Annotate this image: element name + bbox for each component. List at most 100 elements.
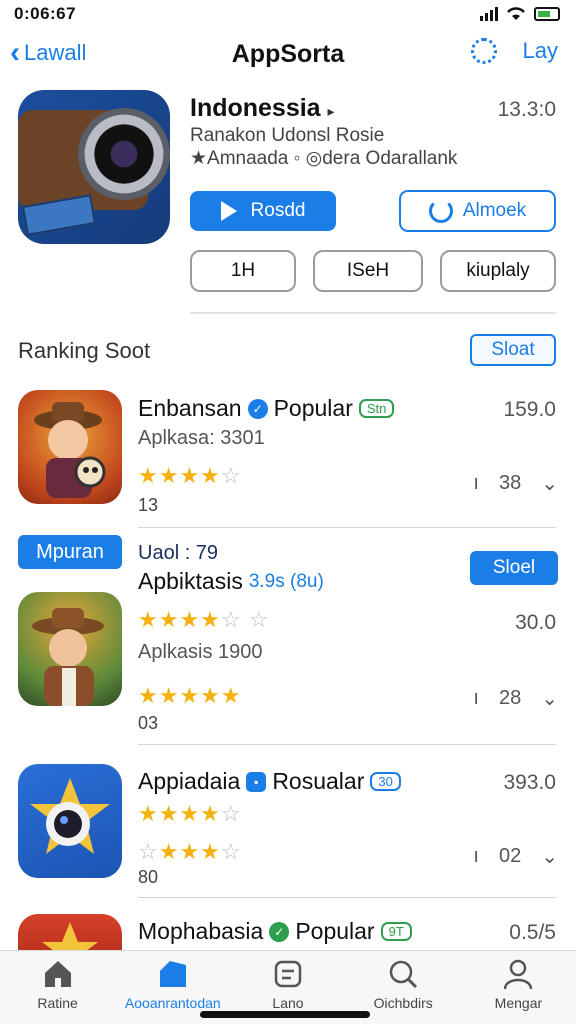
rating-stars-2b: ★★★★★ bbox=[138, 683, 242, 708]
play-icon bbox=[220, 201, 237, 221]
wifi-icon bbox=[507, 7, 525, 20]
cowboy-character-icon bbox=[34, 402, 106, 498]
nav-actions: Lay bbox=[470, 38, 558, 64]
app-meta-1[interactable]: ı 38 ⌄ bbox=[473, 471, 558, 496]
filter-chip-3[interactable]: kiuplaly bbox=[440, 250, 556, 292]
app-title-1[interactable]: Enbansan ✓ Popular Stn bbox=[138, 395, 395, 422]
app-title-4[interactable]: Mophabasia ✓ Popular 9T bbox=[138, 918, 412, 945]
row-divider bbox=[138, 744, 556, 745]
rating-stars-3: ★★★★☆ bbox=[138, 801, 242, 827]
battery-icon bbox=[534, 7, 560, 21]
tab-label: Ratine bbox=[37, 995, 78, 1011]
stars-filled: ★★★★ bbox=[138, 463, 221, 488]
app-rank-value-4: 0.5/5 bbox=[509, 921, 556, 944]
popular-label: Rosualar bbox=[272, 768, 365, 794]
app-count-1: 13 bbox=[138, 495, 159, 515]
app-meta-3[interactable]: ı 02 ⌄ bbox=[473, 844, 558, 869]
meta-mark: ı bbox=[473, 687, 479, 709]
featured-subtitle: Ranakon Udonsl Rosie bbox=[190, 125, 385, 146]
arrow-right-icon: ▸ bbox=[327, 103, 335, 119]
stars-filled: ★★★★ bbox=[138, 801, 221, 826]
settings-gear-icon[interactable] bbox=[470, 38, 497, 64]
app-rank-value-3: 393.0 bbox=[503, 771, 556, 794]
app-name: Enbansan bbox=[138, 395, 242, 421]
stars-empty: ☆ bbox=[138, 839, 159, 864]
tab-label: Aooanrantodan bbox=[124, 995, 221, 1011]
search-icon bbox=[389, 960, 418, 989]
popular-label: Popular bbox=[273, 395, 353, 421]
meta-number: 38 bbox=[498, 472, 522, 494]
tab-profile[interactable]: Mengar bbox=[461, 951, 576, 1024]
star-icon bbox=[42, 922, 98, 954]
refresh-button[interactable]: Almoek bbox=[399, 190, 556, 232]
home-icon bbox=[44, 961, 71, 987]
featured-meta: ★Amnaada ◦ ◎dera Odarallank bbox=[190, 148, 458, 169]
app-count-3: 80 bbox=[138, 867, 159, 887]
app-rank-value-2: 30.0 bbox=[515, 611, 556, 634]
app-subtitle-2: Aplkasis 1900 bbox=[138, 641, 263, 663]
row-divider bbox=[138, 527, 556, 528]
status-icons bbox=[480, 6, 560, 21]
verified-icon: ▪ bbox=[246, 771, 267, 792]
refresh-icon bbox=[428, 199, 453, 223]
app-icon-3[interactable] bbox=[18, 764, 122, 878]
featured-title-text: Indonessia bbox=[190, 94, 321, 122]
meta-number: 28 bbox=[498, 687, 522, 709]
app-title-3[interactable]: Appiadaia ▪ Rosualar 30 bbox=[138, 768, 401, 795]
meta-mark: ı bbox=[473, 472, 479, 494]
stars-empty: ☆ bbox=[220, 801, 242, 826]
sort-button[interactable]: Sloat bbox=[470, 334, 556, 366]
meta-number: 02 bbox=[498, 845, 522, 867]
app-icon-1[interactable] bbox=[18, 390, 122, 504]
app-icon-4[interactable] bbox=[18, 914, 122, 954]
featured-title[interactable]: Indonessia ▸ bbox=[190, 94, 335, 123]
camera-lens-icon bbox=[78, 108, 170, 200]
rating-stars-1: ★★★★☆ bbox=[138, 463, 242, 489]
play-button-label: Rosdd bbox=[250, 200, 306, 221]
tag-badge: 30 bbox=[370, 772, 401, 791]
app-meta-2[interactable]: ı 28 ⌄ bbox=[473, 686, 558, 711]
divider bbox=[190, 312, 556, 314]
app-name: Apbiktasis bbox=[138, 568, 243, 594]
filter-chip-1[interactable]: 1H bbox=[190, 250, 296, 292]
filter-chip-2[interactable]: ISeH bbox=[313, 250, 423, 292]
play-button[interactable]: Rosdd bbox=[190, 191, 336, 231]
verified-check-icon: ✓ bbox=[269, 921, 290, 942]
app-price: 3.9s (8u) bbox=[248, 570, 324, 592]
app-icon-2[interactable] bbox=[18, 592, 122, 706]
tag-badge: 9T bbox=[380, 922, 412, 941]
app-subtitle-1: Aplkasa: 3301 bbox=[138, 427, 265, 449]
refresh-button-label: Almoek bbox=[462, 200, 527, 221]
app-title-2[interactable]: Apbiktasis 3.9s (8u) bbox=[138, 568, 324, 595]
status-time: 0:06:67 bbox=[14, 4, 77, 23]
list-icon bbox=[274, 960, 302, 988]
tab-label: Mengar bbox=[494, 995, 543, 1011]
sort-badge-button[interactable]: Sloel bbox=[470, 551, 558, 585]
featured-app-icon[interactable] bbox=[18, 90, 170, 244]
app-name: Mophabasia bbox=[138, 918, 264, 944]
app-line-2: Uaol : 79 bbox=[138, 542, 219, 564]
stars-filled: ★★★ bbox=[158, 839, 221, 864]
stars-filled: ★★★★ bbox=[138, 607, 221, 632]
tab-home[interactable]: Ratine bbox=[0, 951, 115, 1024]
stars-empty: ☆ ☆ bbox=[220, 607, 270, 632]
person-icon bbox=[504, 959, 533, 990]
tag-badge: Stn bbox=[358, 399, 395, 418]
stars-empty: ☆ bbox=[220, 839, 242, 864]
app-count-2: 03 bbox=[138, 713, 159, 733]
promo-badge[interactable]: Mpuran bbox=[18, 535, 122, 569]
section-title: Ranking Soot bbox=[18, 338, 151, 363]
popular-label: Popular bbox=[295, 918, 375, 944]
row-divider bbox=[138, 897, 556, 898]
featured-count: 13.3:0 bbox=[497, 98, 556, 121]
chevron-down-icon: ⌄ bbox=[541, 473, 558, 495]
chevron-down-icon: ⌄ bbox=[541, 688, 558, 710]
app-rank-value-1: 159.0 bbox=[503, 398, 556, 421]
apps-icon bbox=[159, 961, 186, 987]
character-icon bbox=[32, 608, 104, 706]
verified-check-icon: ✓ bbox=[247, 398, 268, 419]
nav-right-button[interactable]: Lay bbox=[523, 38, 558, 64]
meta-mark: ı bbox=[473, 845, 479, 867]
tab-label: Lano bbox=[272, 995, 304, 1011]
rating-stars-3b: ☆★★★☆ bbox=[138, 839, 242, 865]
